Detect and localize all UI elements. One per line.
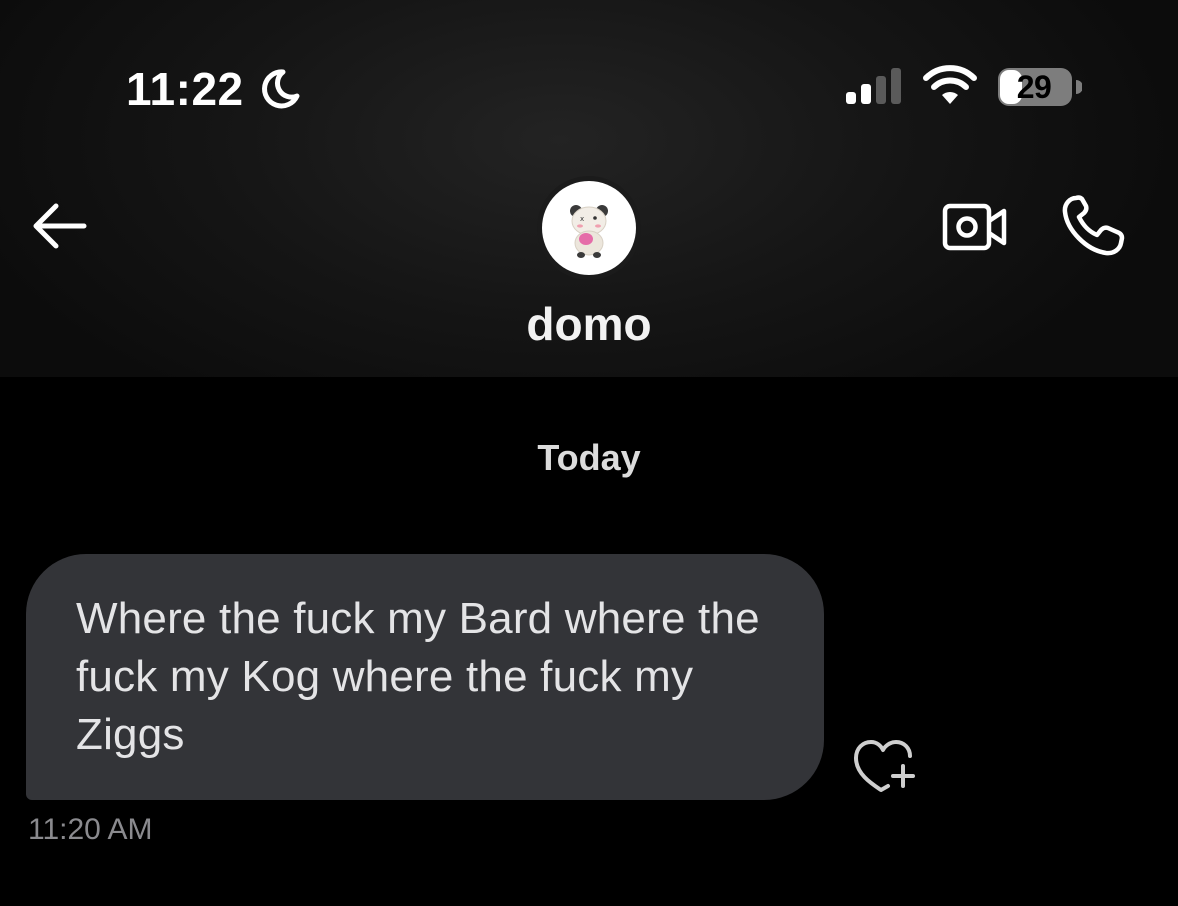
message-bubble[interactable]: Where the fuck my Bard where the fuck my… bbox=[26, 554, 824, 800]
video-camera-icon bbox=[942, 203, 1007, 251]
arrow-left-icon bbox=[33, 203, 87, 249]
react-button[interactable] bbox=[848, 734, 922, 796]
top-bar-area: 11:22 29 x domo bbox=[0, 0, 1178, 377]
wifi-icon bbox=[923, 65, 977, 104]
status-time: 11:22 bbox=[126, 63, 244, 115]
svg-text:x: x bbox=[580, 215, 584, 223]
heart-plus-icon bbox=[854, 740, 915, 792]
video-call-button[interactable] bbox=[940, 198, 1010, 256]
date-separator: Today bbox=[537, 437, 641, 478]
back-button[interactable] bbox=[28, 198, 92, 254]
battery-level: 29 bbox=[1016, 69, 1052, 105]
moon-icon bbox=[262, 69, 300, 109]
avatar-image: x bbox=[542, 181, 636, 275]
contact-name[interactable]: domo bbox=[440, 296, 738, 352]
cellular-signal-icon bbox=[846, 68, 901, 104]
contact-avatar[interactable]: x bbox=[537, 176, 641, 280]
message-text: Where the fuck my Bard where the fuck my… bbox=[76, 594, 760, 759]
voice-call-button[interactable] bbox=[1058, 192, 1128, 260]
phone-icon bbox=[1062, 195, 1125, 256]
message-timestamp: 11:20 AM bbox=[28, 813, 153, 846]
